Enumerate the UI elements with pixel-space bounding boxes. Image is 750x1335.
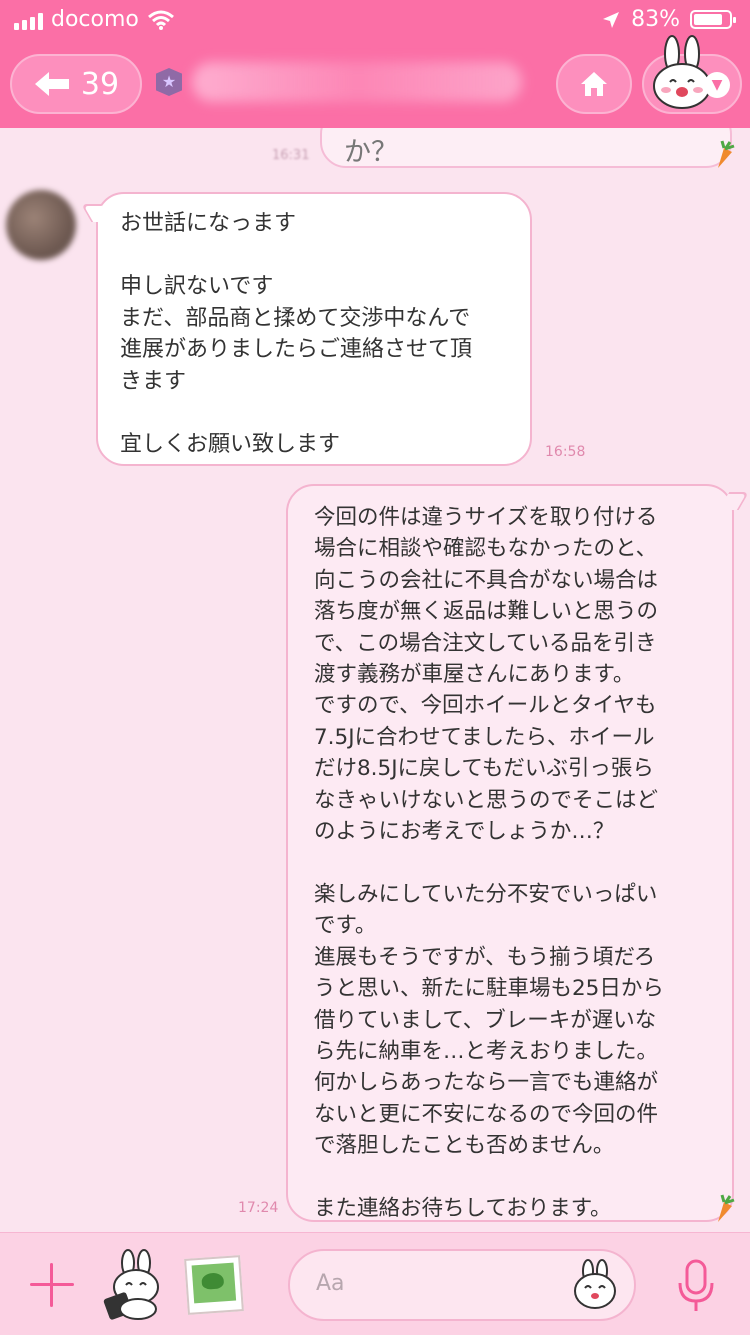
star-badge-icon: ★ xyxy=(156,68,182,96)
back-arrow-icon xyxy=(34,72,69,96)
message-time: 16:58 xyxy=(545,444,586,460)
back-button[interactable]: 39 xyxy=(10,54,142,114)
photo-icon[interactable] xyxy=(184,1255,244,1315)
carrot-icon xyxy=(718,140,735,168)
mic-icon[interactable] xyxy=(676,1259,716,1313)
location-icon xyxy=(603,11,620,28)
message-placeholder: Aa xyxy=(316,1271,345,1296)
unread-count: 39 xyxy=(80,66,120,102)
carrier-label: docomo xyxy=(51,7,139,32)
battery-icon xyxy=(690,10,736,29)
message-input[interactable]: Aa xyxy=(288,1249,636,1321)
home-icon xyxy=(581,72,607,96)
bunny-icon xyxy=(653,35,711,109)
home-button[interactable] xyxy=(556,54,632,114)
carrot-icon xyxy=(718,1194,735,1222)
wifi-icon xyxy=(147,10,174,30)
plus-icon[interactable] xyxy=(28,1261,76,1309)
avatar[interactable] xyxy=(6,190,76,260)
input-bar: Aa xyxy=(0,1232,750,1335)
battery-percent: 83% xyxy=(631,7,680,32)
message-time: 17:24 xyxy=(238,1200,279,1216)
sticker-icon[interactable] xyxy=(102,1249,166,1321)
incoming-message-bubble[interactable]: お世話になっます 申し訳ないです まだ、部品商と揉めて交渉中なんで 進展がありま… xyxy=(96,192,532,466)
menu-button[interactable]: ▼ xyxy=(642,35,742,114)
status-bar: docomo 83% xyxy=(0,0,750,40)
emoji-icon[interactable] xyxy=(570,1259,620,1311)
contact-name[interactable] xyxy=(192,62,522,102)
previous-message-bubble[interactable]: か？ xyxy=(320,128,732,168)
chevron-down-icon: ▼ xyxy=(704,72,730,98)
previous-message-time: 16:31 xyxy=(272,148,310,163)
chat-area[interactable]: か？ 16:31 お世話になっます 申し訳ないです まだ、部品商と揉めて交渉中な… xyxy=(0,128,750,1232)
outgoing-message-bubble[interactable]: 今回の件は違うサイズを取り付ける 場合に相談や確認もなかったのと、 向こうの会社… xyxy=(286,484,734,1222)
signal-icon xyxy=(14,10,43,30)
chat-header: 39 ★ ▼ xyxy=(0,35,750,128)
